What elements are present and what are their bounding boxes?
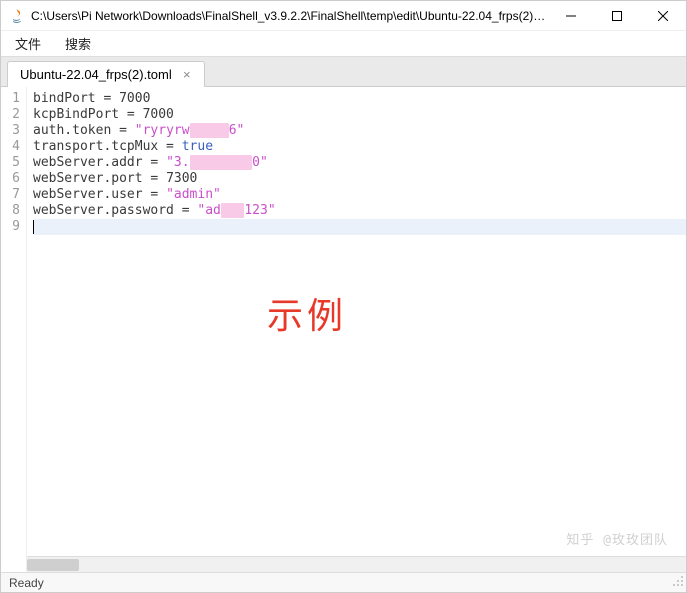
line-number: 3 [1, 123, 20, 139]
close-button[interactable] [640, 1, 686, 30]
line-number: 1 [1, 91, 20, 107]
code-line[interactable]: webServer.port = 7300 [33, 171, 686, 187]
resize-grip-icon[interactable] [672, 575, 684, 590]
line-number: 8 [1, 203, 20, 219]
example-overlay-text: 示例 [267, 287, 347, 339]
tab-label: Ubuntu-22.04_frps(2).toml [20, 67, 172, 82]
line-number: 7 [1, 187, 20, 203]
horizontal-scrollbar[interactable] [27, 556, 686, 572]
statusbar: Ready [1, 572, 686, 592]
window-title: C:\Users\Pi Network\Downloads\FinalShell… [31, 9, 548, 23]
watermark-text: 知乎 @玫玫团队 [566, 529, 668, 548]
code-line[interactable] [33, 219, 686, 235]
code-editor[interactable]: bindPort = 7000kcpBindPort = 7000auth.to… [27, 87, 686, 572]
code-line[interactable]: webServer.addr = "3. 0" [33, 155, 686, 171]
code-line[interactable]: webServer.user = "admin" [33, 187, 686, 203]
titlebar: C:\Users\Pi Network\Downloads\FinalShell… [1, 1, 686, 31]
line-number: 9 [1, 219, 20, 235]
menu-file[interactable]: 文件 [7, 32, 49, 55]
tab-close-icon[interactable]: × [180, 68, 194, 82]
line-number: 4 [1, 139, 20, 155]
line-gutter: 123456789 [1, 87, 27, 572]
tabbar: Ubuntu-22.04_frps(2).toml × [1, 57, 686, 87]
line-number: 6 [1, 171, 20, 187]
code-line[interactable]: bindPort = 7000 [33, 91, 686, 107]
maximize-button[interactable] [594, 1, 640, 30]
menubar: 文件 搜索 [1, 31, 686, 57]
code-line[interactable]: webServer.password = "adm 123" [33, 203, 686, 219]
code-line[interactable]: auth.token = "ryryrwy 56" [33, 123, 686, 139]
java-app-icon [9, 8, 25, 24]
status-text: Ready [9, 576, 44, 590]
code-line[interactable]: kcpBindPort = 7000 [33, 107, 686, 123]
tab-active[interactable]: Ubuntu-22.04_frps(2).toml × [7, 61, 205, 87]
window-controls [548, 1, 686, 30]
code-line[interactable]: transport.tcpMux = true [33, 139, 686, 155]
line-number: 2 [1, 107, 20, 123]
menu-search[interactable]: 搜索 [57, 32, 99, 55]
scrollbar-track[interactable] [27, 557, 686, 572]
scrollbar-thumb[interactable] [27, 559, 79, 571]
editor-area: 123456789 bindPort = 7000kcpBindPort = 7… [1, 87, 686, 572]
minimize-button[interactable] [548, 1, 594, 30]
text-cursor [33, 220, 34, 234]
line-number: 5 [1, 155, 20, 171]
